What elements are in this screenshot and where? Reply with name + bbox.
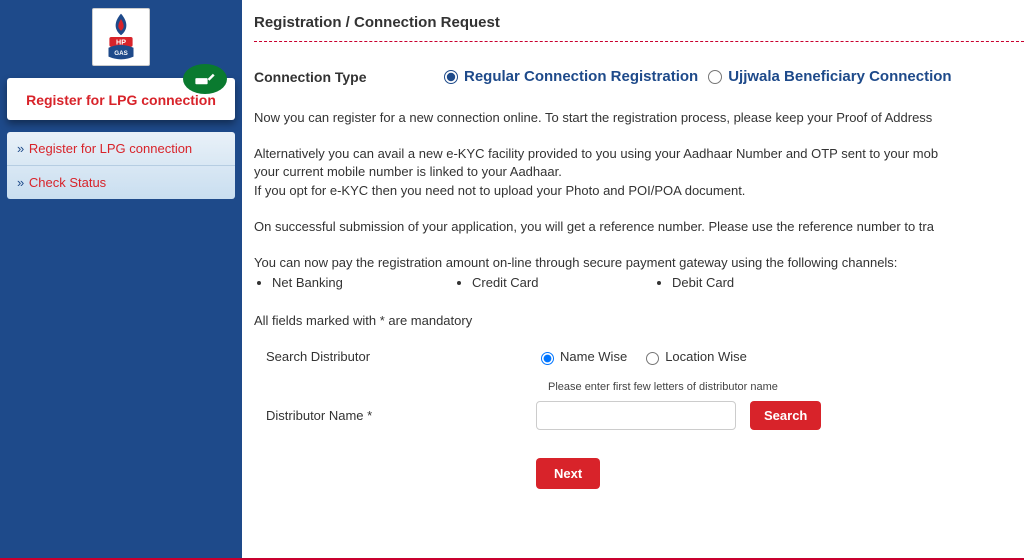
- radio-label: Regular Connection Registration: [464, 68, 698, 85]
- sidebar: HP GAS Register for LPG connection » Reg…: [0, 0, 242, 560]
- distributor-name-row: Distributor Name * Search: [266, 401, 1024, 430]
- radio-ujjwala-connection-input[interactable]: [708, 70, 722, 84]
- radio-regular-connection[interactable]: Regular Connection Registration: [444, 68, 698, 85]
- main-content: Registration / Connection Request Connec…: [242, 0, 1024, 560]
- info-text: Now you can register for a new connectio…: [254, 109, 1024, 127]
- sidebar-item-check-status[interactable]: » Check Status: [7, 166, 235, 199]
- info-text: Alternatively you can avail a new e-KYC …: [254, 145, 1024, 163]
- distributor-name-label: Distributor Name *: [266, 408, 536, 423]
- info-text: your current mobile number is linked to …: [254, 163, 1024, 181]
- distributor-hint: Please enter first few letters of distri…: [548, 381, 1024, 393]
- sidebar-nav: » Register for LPG connection » Check St…: [7, 132, 235, 199]
- connection-type-row: Connection Type Regular Connection Regis…: [254, 68, 1024, 85]
- hp-gas-logo-icon: HP GAS: [99, 12, 143, 62]
- edit-badge-icon: [183, 64, 227, 94]
- company-logo: HP GAS: [92, 8, 150, 66]
- radio-name-wise-input[interactable]: [541, 352, 554, 365]
- radio-location-wise-input[interactable]: [646, 352, 659, 365]
- list-item: Net Banking: [272, 274, 472, 292]
- info-text: If you opt for e-KYC then you need not t…: [254, 182, 1024, 200]
- sidebar-item-label: Check Status: [29, 175, 106, 190]
- mandatory-note: All fields marked with * are mandatory: [254, 312, 1024, 330]
- search-distributor-label: Search Distributor: [266, 349, 536, 364]
- list-item: Debit Card: [672, 274, 872, 292]
- radio-ujjwala-connection[interactable]: Ujjwala Beneficiary Connection: [708, 68, 951, 85]
- search-mode-row: Search Distributor Name Wise Location Wi…: [266, 349, 1024, 365]
- sidebar-item-register[interactable]: » Register for LPG connection: [7, 132, 235, 166]
- radio-label: Name Wise: [560, 349, 627, 364]
- search-mode-options: Name Wise Location Wise: [536, 349, 747, 365]
- svg-text:GAS: GAS: [114, 50, 128, 57]
- payment-channels-list: Net Banking Credit Card Debit Card: [272, 274, 1024, 292]
- info-block: Now you can register for a new connectio…: [254, 109, 1024, 331]
- list-item: Credit Card: [472, 274, 672, 292]
- search-distributor-form: Search Distributor Name Wise Location Wi…: [254, 349, 1024, 489]
- page-title: Registration / Connection Request: [254, 14, 1024, 42]
- info-text: You can now pay the registration amount …: [254, 254, 1024, 272]
- info-text: On successful submission of your applica…: [254, 218, 1024, 236]
- next-button[interactable]: Next: [536, 458, 600, 489]
- radio-name-wise[interactable]: Name Wise: [536, 349, 627, 365]
- chevron-right-icon: »: [17, 175, 21, 190]
- connection-type-label: Connection Type: [254, 69, 444, 85]
- radio-label: Ujjwala Beneficiary Connection: [728, 68, 951, 85]
- search-button[interactable]: Search: [750, 401, 821, 430]
- radio-location-wise[interactable]: Location Wise: [641, 349, 747, 365]
- connection-type-options: Regular Connection Registration Ujjwala …: [444, 68, 952, 85]
- radio-regular-connection-input[interactable]: [444, 70, 458, 84]
- radio-label: Location Wise: [665, 349, 747, 364]
- sidebar-item-label: Register for LPG connection: [29, 141, 192, 156]
- chevron-right-icon: »: [17, 141, 21, 156]
- distributor-name-input[interactable]: [536, 401, 736, 430]
- sidebar-header: Register for LPG connection: [7, 78, 235, 120]
